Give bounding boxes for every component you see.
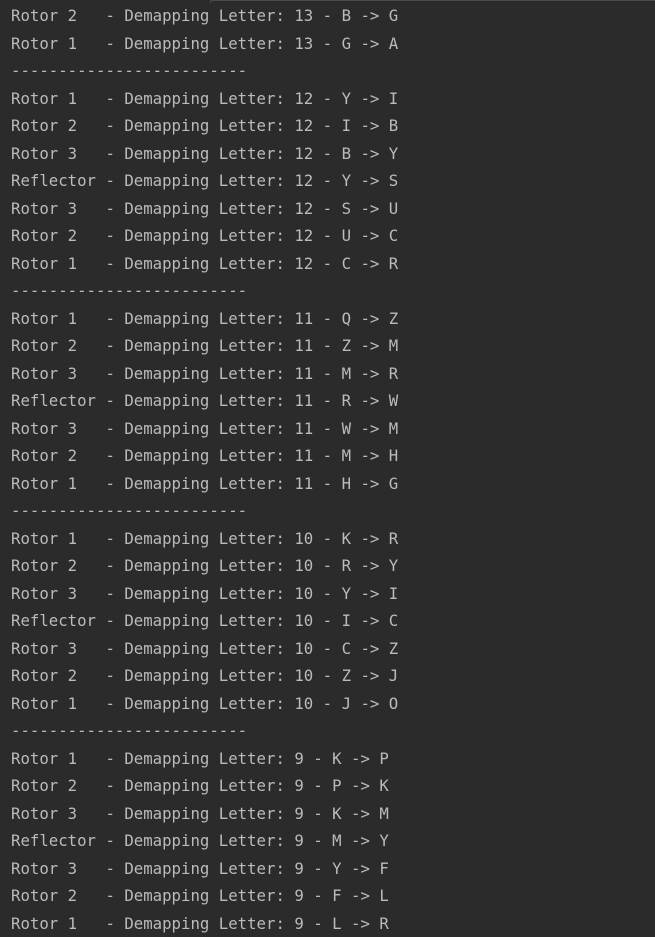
console-line: Rotor 1 - Demapping Letter: 11 - H -> G bbox=[11, 473, 399, 493]
console-line: Rotor 1 - Demapping Letter: 10 - J -> O bbox=[11, 693, 399, 713]
console-line: Rotor 3 - Demapping Letter: 10 - Y -> I bbox=[11, 583, 399, 603]
console-line: Rotor 2 - Demapping Letter: 12 - U -> C bbox=[11, 226, 399, 245]
separator-line: ------------------------- bbox=[11, 61, 248, 80]
console-line: Rotor 1 - Demapping Letter: 9 - L -> R bbox=[11, 913, 389, 933]
console-line: Rotor 2 - Demapping Letter: 11 - M -> H bbox=[11, 446, 399, 465]
console-line: Rotor 3 - Demapping Letter: 10 - C -> Z bbox=[11, 638, 399, 658]
separator-line: ------------------------- bbox=[11, 281, 248, 300]
console-output-panel: Rotor 2 - Demapping Letter: 13 - B -> G R… bbox=[0, 0, 655, 937]
console-line: Reflector - Demapping Letter: 11 - R -> … bbox=[11, 391, 399, 410]
console-line: Reflector - Demapping Letter: 12 - Y -> … bbox=[11, 171, 399, 190]
console-line: Rotor 3 - Demapping Letter: 9 - K -> M bbox=[11, 803, 389, 823]
console-line: Rotor 2 - Demapping Letter: 9 - F -> L bbox=[11, 886, 389, 905]
console-line: Rotor 2 - Demapping Letter: 12 - I -> B bbox=[11, 116, 399, 135]
console-lines: Rotor 2 - Demapping Letter: 13 - B -> G R… bbox=[11, 2, 655, 937]
console-line: Rotor 3 - Demapping Letter: 11 - M -> R bbox=[11, 363, 399, 383]
console-line: Rotor 2 - Demapping Letter: 13 - B -> G bbox=[11, 6, 399, 25]
console-line: Reflector - Demapping Letter: 9 - M -> Y bbox=[11, 831, 389, 850]
console-line: Rotor 3 - Demapping Letter: 9 - Y -> F bbox=[11, 858, 389, 878]
console-line: Rotor 2 - Demapping Letter: 10 - R -> Y bbox=[11, 556, 399, 575]
console-line: Rotor 3 - Demapping Letter: 12 - S -> U bbox=[11, 198, 399, 218]
console-line: Rotor 1 - Demapping Letter: 12 - C -> R bbox=[11, 253, 399, 273]
console-line: Rotor 3 - Demapping Letter: 12 - B -> Y bbox=[11, 143, 399, 163]
console-line: Rotor 1 - Demapping Letter: 12 - Y -> I bbox=[11, 88, 399, 108]
console-line: Rotor 2 - Demapping Letter: 9 - P -> K bbox=[11, 776, 389, 795]
console-line: Rotor 2 - Demapping Letter: 11 - Z -> M bbox=[11, 336, 399, 355]
console-line: Reflector - Demapping Letter: 10 - I -> … bbox=[11, 611, 399, 630]
console-line: Rotor 1 - Demapping Letter: 9 - K -> P bbox=[11, 748, 389, 768]
console-line: Rotor 1 - Demapping Letter: 13 - G -> A bbox=[11, 33, 399, 53]
separator-line: ------------------------- bbox=[11, 721, 248, 740]
console-line: Rotor 3 - Demapping Letter: 11 - W -> M bbox=[11, 418, 399, 438]
console-line: Rotor 1 - Demapping Letter: 10 - K -> R bbox=[11, 528, 399, 548]
console-line: Rotor 1 - Demapping Letter: 11 - Q -> Z bbox=[11, 308, 399, 328]
separator-line: ------------------------- bbox=[11, 501, 248, 520]
console-line: Rotor 2 - Demapping Letter: 10 - Z -> J bbox=[11, 666, 399, 685]
